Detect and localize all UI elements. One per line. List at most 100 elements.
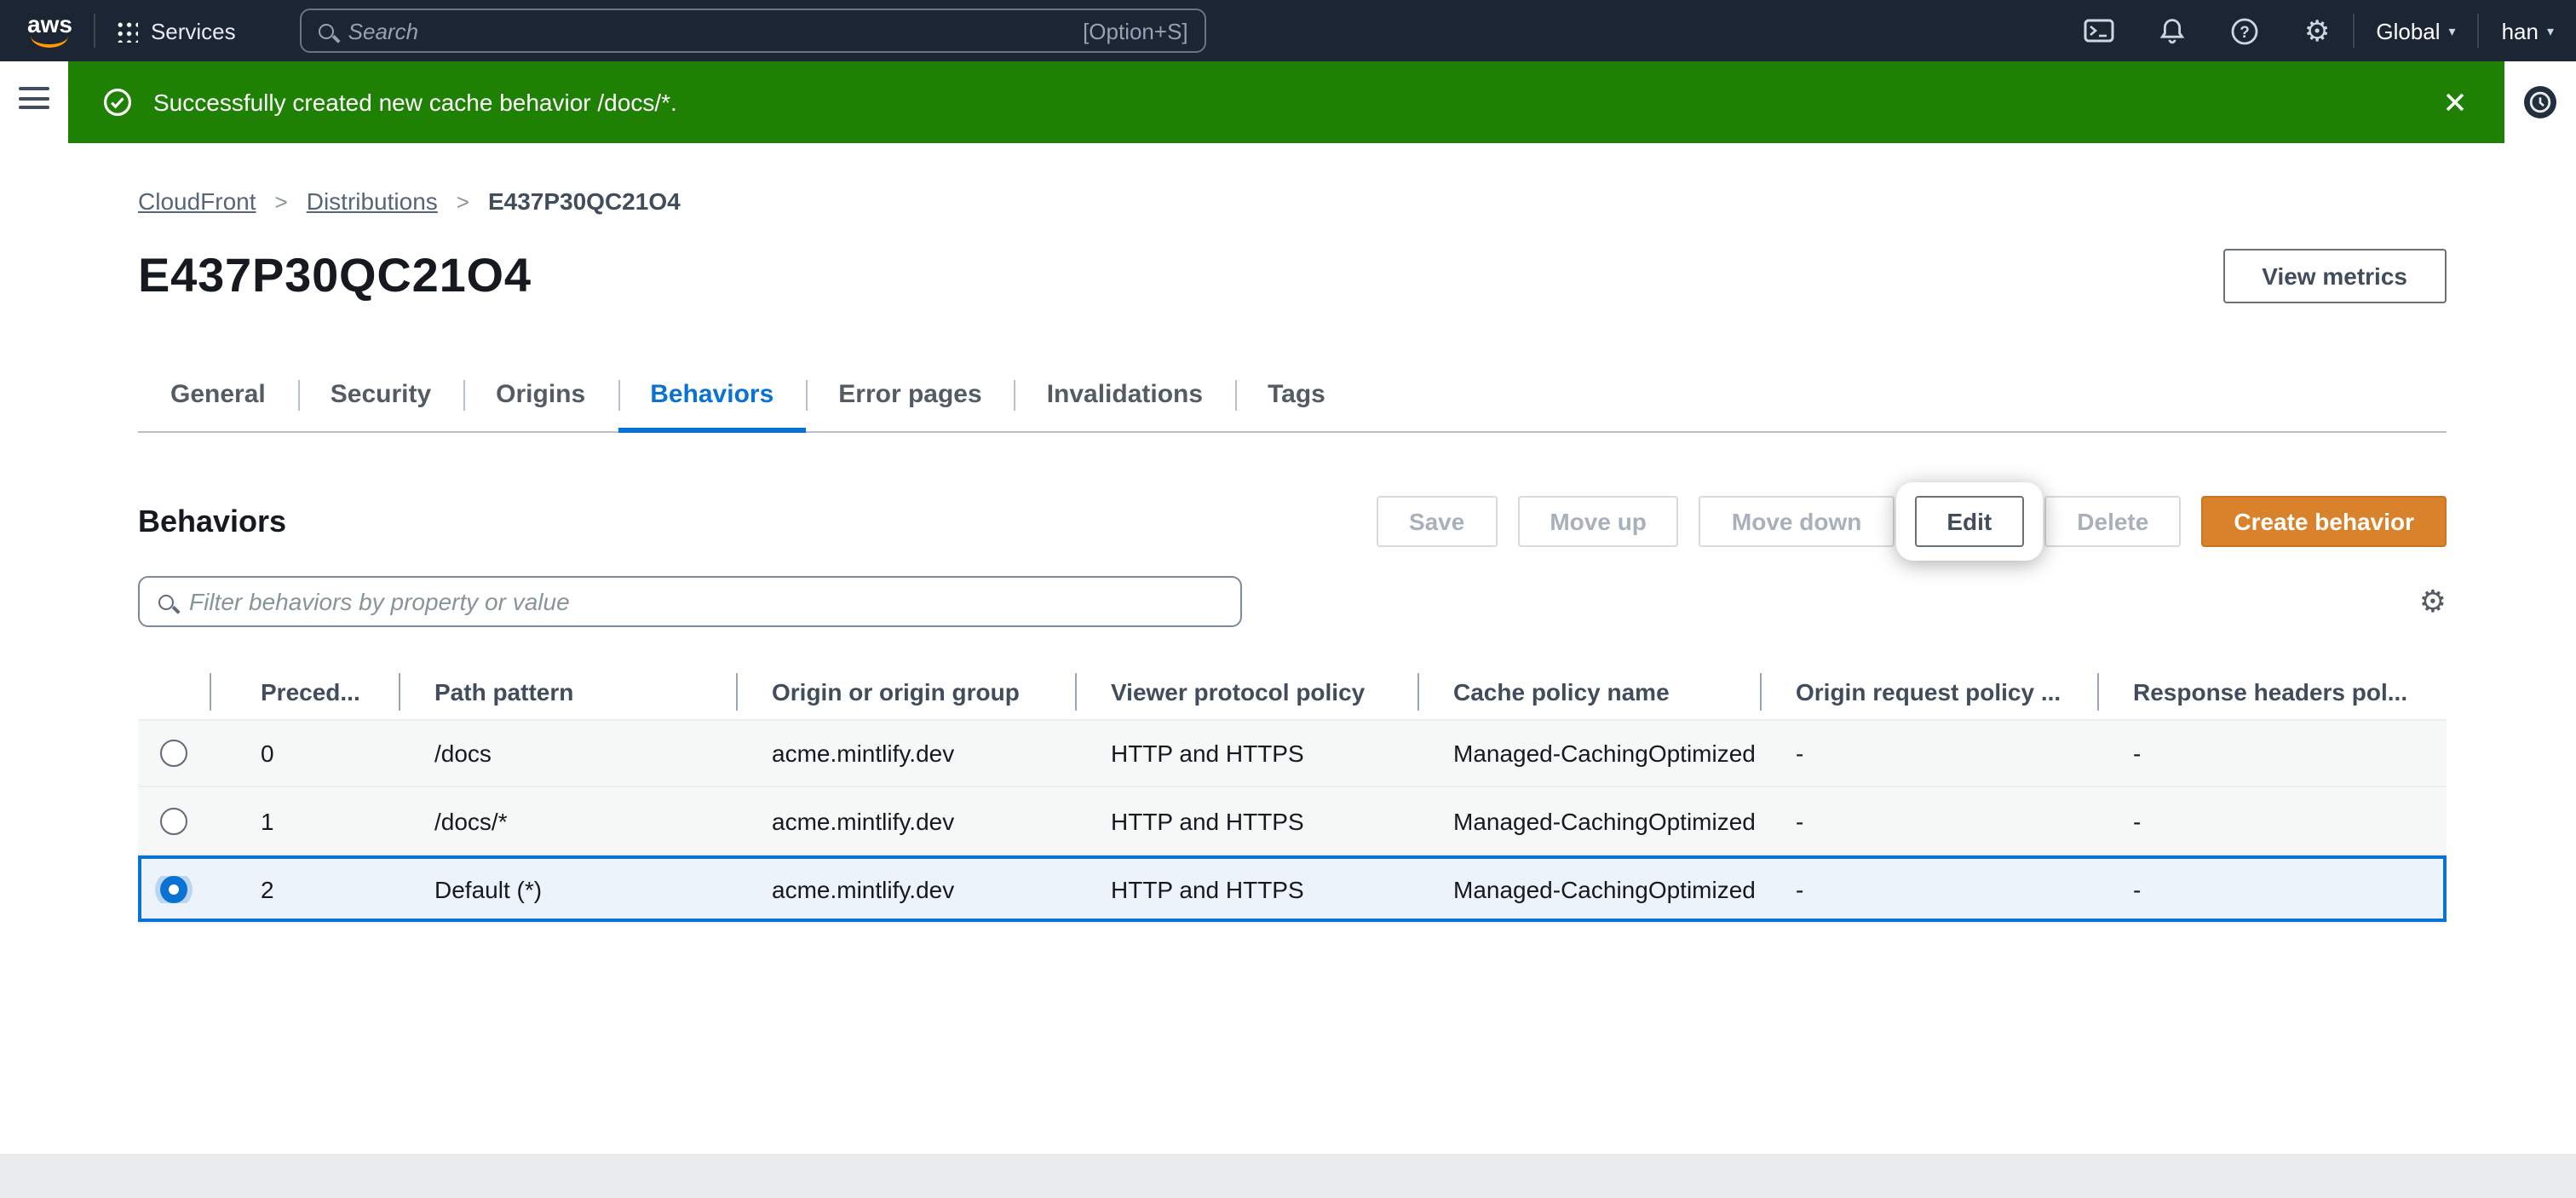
clock-icon[interactable] [2521,84,2559,121]
create-behavior-button[interactable]: Create behavior [2201,496,2447,547]
filter-row: ⚙ [138,576,2447,627]
column-header-response-headers-policy: Response headers pol... [2097,665,2447,719]
tab-tags[interactable]: Tags [1235,358,1358,431]
notifications-button[interactable] [2137,0,2209,61]
tab-security[interactable]: Security [298,358,463,431]
behaviors-table: Preced... Path pattern Origin or origin … [138,665,2447,924]
save-button[interactable]: Save [1377,496,1497,547]
breadcrumb-cloudfront-link[interactable]: CloudFront [138,187,256,215]
search-placeholder: Search [348,18,418,43]
cell-path-pattern: /docs [399,740,736,767]
selection-column-header [138,665,210,719]
filter-behaviors-input[interactable] [189,588,1222,615]
cloudshell-icon [2084,19,2115,43]
success-flashbar: Successfully created new cache behavior … [68,61,2504,143]
table-row: 1 /docs/* acme.mintlify.dev HTTP and HTT… [138,787,2447,855]
edit-button-highlight: Edit [1914,496,2024,547]
cell-path-pattern: Default (*) [399,875,736,902]
cell-origin: acme.mintlify.dev [736,740,1075,767]
row-radio[interactable] [160,807,187,834]
region-selector[interactable]: Global ▾ [2354,0,2477,61]
user-label: han [2502,18,2539,43]
column-header-cache-policy: Cache policy name [1417,665,1760,719]
side-nav-toggle[interactable] [19,87,49,109]
search-icon [158,594,174,609]
breadcrumb-separator: > [275,188,288,214]
edit-button[interactable]: Edit [1914,496,2024,547]
column-header-viewer-protocol: Viewer protocol policy [1075,665,1417,719]
global-search-input[interactable]: Search [Option+S] [301,9,1207,53]
cell-path-pattern: /docs/* [399,807,736,834]
tab-general[interactable]: General [138,358,298,431]
behaviors-panel-header: Behaviors Save Move up Move down Edit De… [138,491,2447,552]
bell-icon [2159,17,2187,44]
page-bottom-background [0,1154,2576,1198]
breadcrumb-distributions-link[interactable]: Distributions [307,187,438,215]
tab-error-pages[interactable]: Error pages [806,358,1014,431]
cell-origin-request-policy: - [1760,740,2097,767]
services-menu-button[interactable]: Services [96,0,256,61]
cloudshell-button[interactable] [2062,0,2137,61]
search-icon [319,23,335,38]
aws-logo[interactable]: aws [27,14,72,48]
tab-origins[interactable]: Origins [463,358,618,431]
delete-button[interactable]: Delete [2044,496,2181,547]
cell-cache-policy: Managed-CachingOptimized [1417,807,1760,834]
tab-behaviors[interactable]: Behaviors [618,358,806,431]
column-header-path-pattern: Path pattern [399,665,736,719]
cell-origin-request-policy: - [1760,875,2097,902]
table-preferences-button[interactable]: ⚙ [2419,586,2447,617]
column-header-origin: Origin or origin group [736,665,1075,719]
cell-precedence: 0 [210,740,399,767]
cell-viewer-policy: HTTP and HTTPS [1075,740,1417,767]
settings-button[interactable]: ⚙ [2282,0,2353,61]
app-window: aws Services Search [Option+S] ? ⚙ [0,0,2576,1198]
column-header-origin-request-policy: Origin request policy ... [1760,665,2097,719]
tab-invalidations[interactable]: Invalidations [1015,358,1235,431]
user-menu[interactable]: han ▾ [2480,0,2576,61]
top-navigation-bar: aws Services Search [Option+S] ? ⚙ [0,0,2576,61]
aws-smile-icon [31,36,68,48]
tab-bar: General Security Origins Behaviors Error… [138,358,2447,433]
move-down-button[interactable]: Move down [1699,496,1894,547]
row-radio[interactable] [160,740,187,767]
breadcrumb-separator: > [457,188,469,214]
move-up-button[interactable]: Move up [1517,496,1679,547]
breadcrumb: CloudFront > Distributions > E437P30QC21… [138,143,2447,215]
page-title: E437P30QC21O4 [138,249,532,303]
filter-input-container [138,576,1242,627]
hamburger-icon [19,87,49,90]
chevron-down-icon: ▾ [2547,23,2554,38]
column-header-precedence: Preced... [210,665,399,719]
right-rail [2504,61,2576,143]
breadcrumb-current: E437P30QC21O4 [488,187,681,215]
aws-logo-text: aws [27,14,72,36]
row-radio-selected[interactable] [160,875,187,902]
page-header: E437P30QC21O4 View metrics [138,245,2447,307]
cell-origin-request-policy: - [1760,807,2097,834]
flash-dismiss-button[interactable] [2443,90,2467,114]
flash-message: Successfully created new cache behavior … [153,89,677,116]
services-grid-icon [117,20,139,42]
gear-icon: ⚙ [2304,16,2331,45]
cell-precedence: 1 [210,807,399,834]
flashbar-row: Successfully created new cache behavior … [0,61,2576,143]
search-shortcut-hint: [Option+S] [1083,18,1188,43]
panel-actions: Save Move up Move down Edit Delete Creat… [1377,496,2447,547]
cell-precedence: 2 [210,875,399,902]
table-row: 0 /docs acme.mintlify.dev HTTP and HTTPS… [138,719,2447,787]
cell-origin: acme.mintlify.dev [736,875,1075,902]
view-metrics-button[interactable]: View metrics [2222,249,2447,303]
side-nav-rail [0,61,68,143]
cell-response-headers-policy: - [2097,875,2447,902]
cell-response-headers-policy: - [2097,807,2447,834]
help-button[interactable]: ? [2209,0,2282,61]
panel-title: Behaviors [138,504,286,539]
topbar-right-cluster: ? ⚙ Global ▾ han ▾ [2062,0,2576,61]
cell-response-headers-policy: - [2097,740,2447,767]
cell-viewer-policy: HTTP and HTTPS [1075,875,1417,902]
main-content: CloudFront > Distributions > E437P30QC21… [0,143,2576,1154]
cell-viewer-policy: HTTP and HTTPS [1075,807,1417,834]
help-icon: ? [2231,16,2260,45]
check-circle-icon [102,87,133,118]
